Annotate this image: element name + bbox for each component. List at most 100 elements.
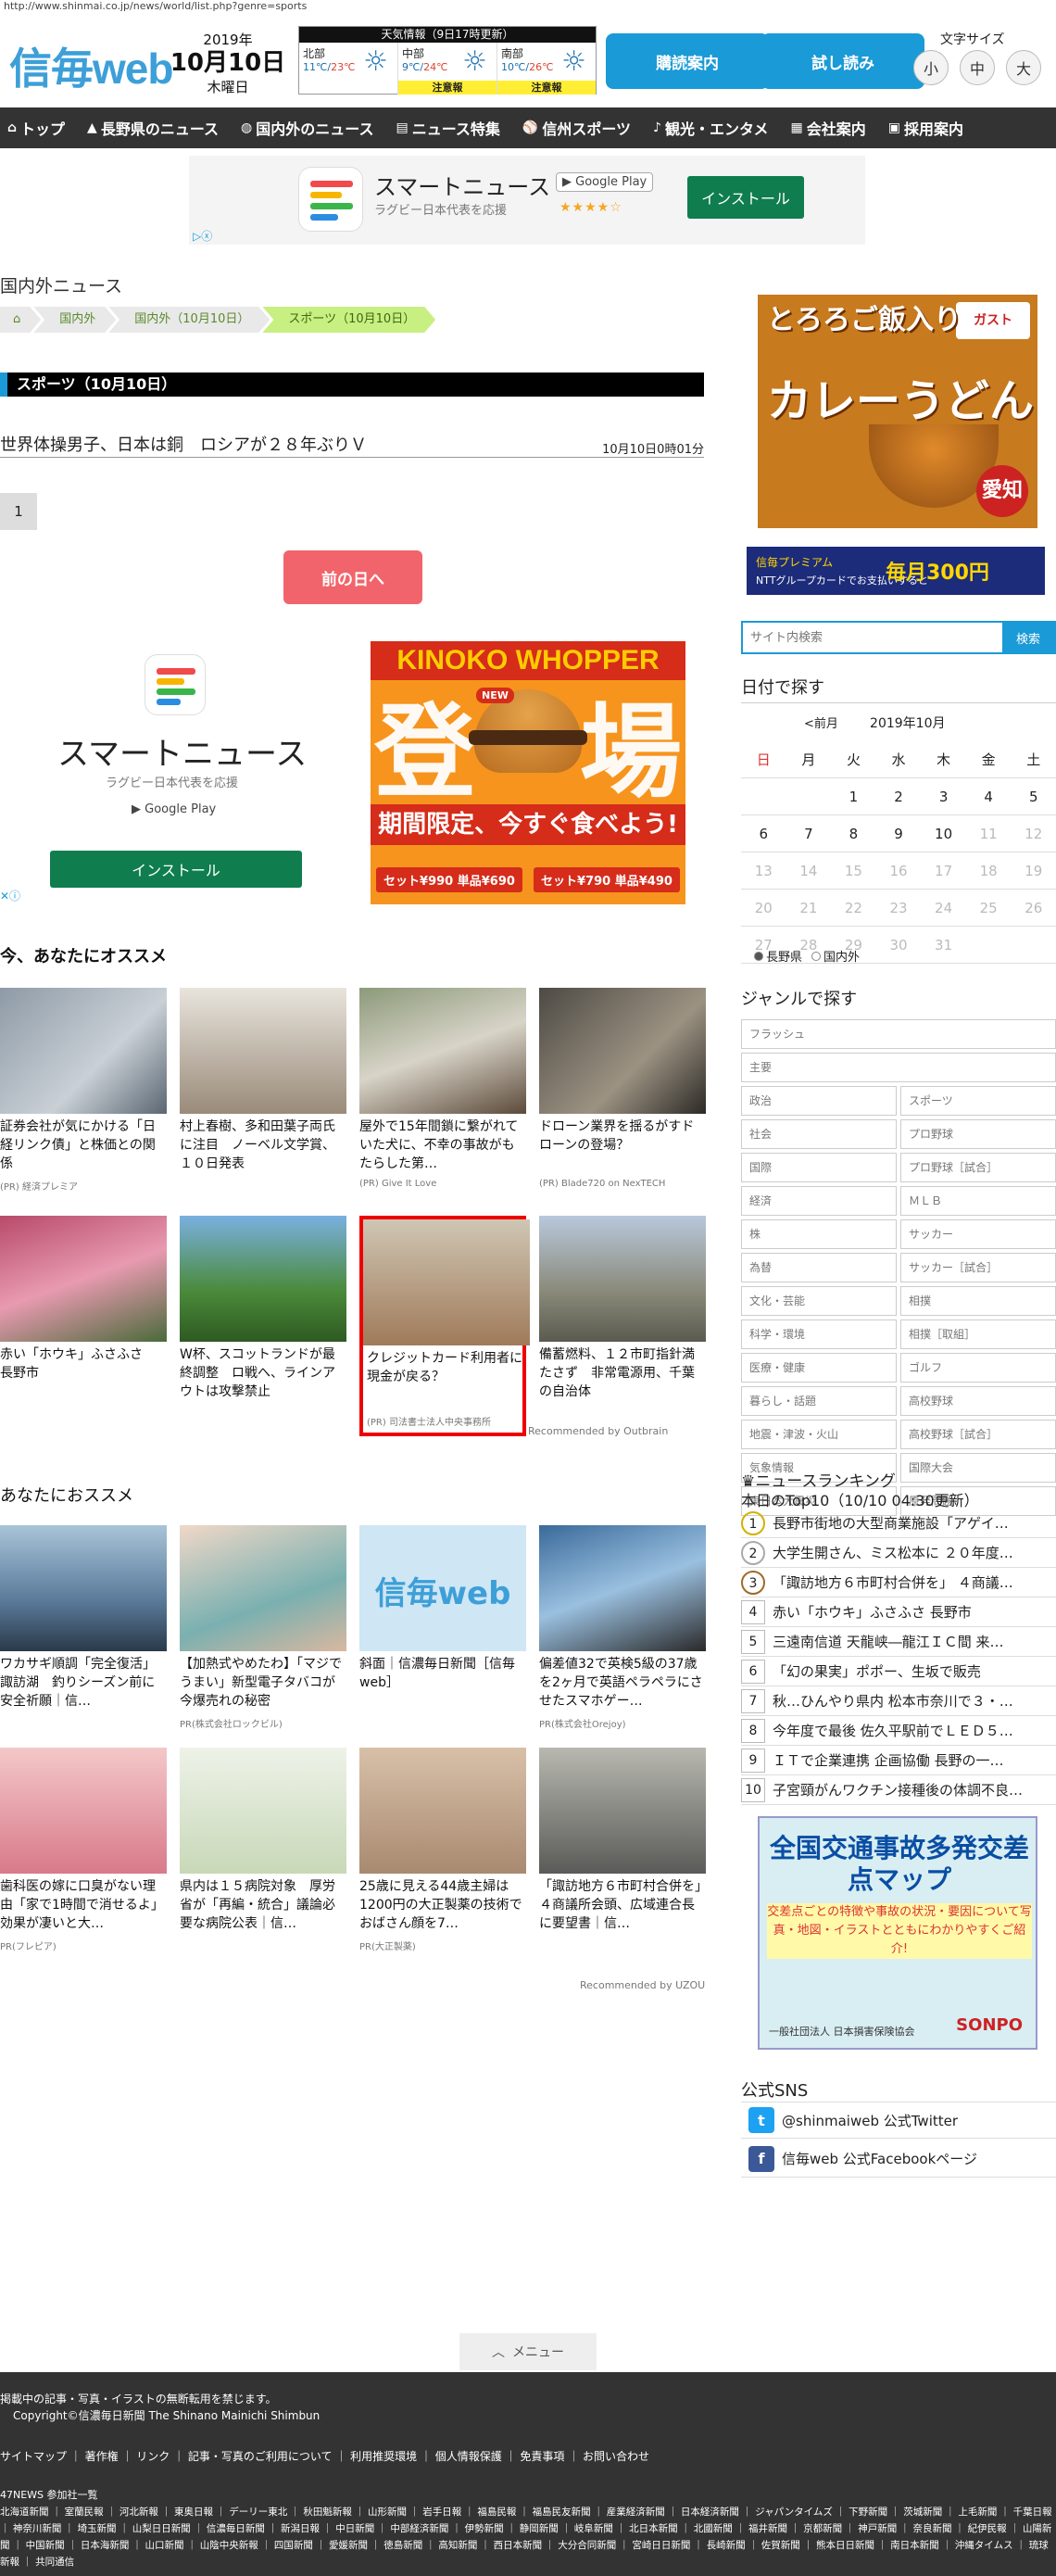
recommend-card[interactable]: 証券会社が気にかける「日経リンク債」と株価との関係 (PR) 経済プレミア xyxy=(0,988,167,1206)
ranking-item[interactable]: 10 子宮頸がんワクチン接種後の体調不良… xyxy=(741,1775,1056,1805)
search-input[interactable] xyxy=(743,623,1002,652)
article-title[interactable]: 世界体操男子、日本は銅 ロシアが２８年ぶりＶ xyxy=(0,436,367,455)
genre-item[interactable]: 地震・津波・火山 xyxy=(741,1420,897,1449)
recommend-caption[interactable]: 赤い「ホウキ」ふさふさ 長野市 xyxy=(0,1345,167,1383)
calendar-day[interactable]: 3 xyxy=(921,778,966,814)
nav-item-top[interactable]: ⌂ トップ xyxy=(7,117,65,139)
outbrain-credit[interactable]: Recommended by Outbrain xyxy=(528,1425,668,1437)
install-button[interactable]: インストール xyxy=(50,851,302,888)
ranking-title[interactable]: 子宮頸がんワクチン接種後の体調不良… xyxy=(773,1780,1023,1799)
genre-item[interactable]: プロ野球 xyxy=(900,1119,1056,1149)
recommend-caption[interactable]: 偏差値32で英検5級の37歳を2ヶ月で英語ペラペラにさせたスマホゲー… xyxy=(539,1655,706,1711)
nav-item-entertainment[interactable]: ♪ 観光・エンタメ xyxy=(653,117,768,139)
nav-item-recruit[interactable]: ▣ 採用案内 xyxy=(888,117,963,139)
recommend-thumbnail[interactable] xyxy=(180,988,346,1114)
breadcrumb-world[interactable]: 国内外 xyxy=(33,307,116,333)
recommend-card[interactable]: 信毎web 斜面｜信濃毎日新聞［信毎web］ xyxy=(359,1525,526,1744)
recommend-caption[interactable]: クレジットカード利用者に現金が戻る？ xyxy=(367,1349,522,1386)
premium-banner[interactable]: 信毎プレミアム NTTグループカードでお支払いすると 毎月300円 xyxy=(747,547,1045,595)
recommend-thumbnail[interactable] xyxy=(359,1748,526,1874)
genre-item[interactable]: 社会 xyxy=(741,1119,897,1149)
ranking-item[interactable]: 6 「幻の果実」ポポー、生坂で販売 xyxy=(741,1657,1056,1686)
calendar-day[interactable]: 2 xyxy=(876,778,922,814)
font-size-small-button[interactable]: 小 xyxy=(913,50,949,85)
recommend-thumbnail[interactable] xyxy=(539,988,706,1114)
recommend-caption[interactable]: 歯科医の嫁に口臭がない理由「家で1時間で消せるよ」効果が凄いと大… xyxy=(0,1877,167,1933)
genre-item[interactable]: サッカー［試合］ xyxy=(900,1253,1056,1282)
recommend-card[interactable]: W杯、スコットランドが最終調整 ロ戦へ、ラインアウトは攻撃禁止 xyxy=(180,1216,346,1434)
adchoices-icon[interactable]: ▷ⓧ xyxy=(193,228,212,244)
recommend-caption[interactable]: 証券会社が気にかける「日経リンク債」と株価との関係 xyxy=(0,1118,167,1173)
genre-item[interactable]: 株 xyxy=(741,1219,897,1249)
genre-item[interactable]: 政治 xyxy=(741,1086,897,1116)
calendar-prev-month[interactable]: <前月 xyxy=(804,717,838,731)
ranking-item[interactable]: 3 「諏訪地方６市町村合併を」 ４商議… xyxy=(741,1568,1056,1597)
ranking-title[interactable]: 三遠南信道 天龍峡―龍江ＩＣ間 来… xyxy=(773,1632,1004,1651)
ranking-item[interactable]: 2 大学生開さん、ミス松本に ２０年度… xyxy=(741,1538,1056,1568)
burger-king-ad[interactable]: KINOKO WHOPPER 登 場 NEW 期間限定、今すぐ食べよう! セット… xyxy=(371,641,685,904)
ranking-item[interactable]: 5 三遠南信道 天龍峡―龍江ＩＣ間 来… xyxy=(741,1627,1056,1657)
menu-button[interactable]: ︿ メニュー xyxy=(459,2333,597,2370)
top-ad-banner[interactable]: スマートニュース ラグビー日本代表を応援 ▶ Google Play ★★★★☆… xyxy=(189,156,865,245)
genre-item[interactable]: 医療・健康 xyxy=(741,1353,897,1383)
recommend-caption[interactable]: 【加熱式やめたわ】「マジでうまい」新型電子タバコが今爆売れの秘密 xyxy=(180,1655,346,1711)
recommend-card[interactable]: 【加熱式やめたわ】「マジでうまい」新型電子タバコが今爆売れの秘密 PR(株式会社ロ… xyxy=(180,1525,346,1744)
recommend-caption[interactable]: 備蓄燃料、１２市町指針満たさず 非常電源用、千葉の自治体 xyxy=(539,1345,706,1401)
calendar-day[interactable]: 1 xyxy=(831,778,876,814)
ranking-item[interactable]: 8 今年度で最後 佐久平駅前でＬＥＤ５… xyxy=(741,1716,1056,1746)
breadcrumb-home[interactable]: ⌂ xyxy=(0,307,41,333)
genre-item[interactable]: フラッシュ xyxy=(741,1019,1056,1049)
recommend-caption[interactable]: 25歳に見える44歳主婦は1200円の大正製薬の技術でおばさん顔を7… xyxy=(359,1877,526,1933)
genre-item[interactable]: 科学・環境 xyxy=(741,1320,897,1349)
ranking-title[interactable]: 秋…ひんやり県内 松本市奈川で３・… xyxy=(773,1691,1013,1711)
recommend-card[interactable]: ワカサギ順調「完全復活」 諏訪湖 釣りシーズン前に安全祈願｜信… xyxy=(0,1525,167,1744)
recommend-thumbnail[interactable] xyxy=(363,1219,530,1345)
genre-item[interactable]: スポーツ xyxy=(900,1086,1056,1116)
genre-item[interactable]: 高校野球 xyxy=(900,1386,1056,1416)
recommend-thumbnail[interactable] xyxy=(0,988,167,1114)
recommend-thumbnail[interactable] xyxy=(0,1216,167,1342)
recommend-caption[interactable]: 「諏訪地方６市町村合併を」 ４商議所会頭、広域連合長に要望書｜信… xyxy=(539,1877,714,1933)
recommend-thumbnail[interactable] xyxy=(180,1525,346,1651)
ranking-title[interactable]: 大学生開さん、ミス松本に ２０年度… xyxy=(773,1543,1013,1562)
ranking-title[interactable]: 今年度で最後 佐久平駅前でＬＥＤ５… xyxy=(773,1721,1013,1740)
genre-item[interactable]: サッカー xyxy=(900,1219,1056,1249)
recommend-card[interactable]: 歯科医の嫁に口臭がない理由「家で1時間で消せるよ」効果が凄いと大… PR(フレピア… xyxy=(0,1748,167,1966)
genre-item[interactable]: 文化・芸能 xyxy=(741,1286,897,1316)
recommend-card[interactable]: 偏差値32で英検5級の37歳を2ヶ月で英語ペラペラにさせたスマホゲー… PR(株式… xyxy=(539,1525,706,1744)
ranking-title[interactable]: ＩＴで企業連携 企画協働 長野の一… xyxy=(773,1750,1004,1770)
recommend-caption[interactable]: W杯、スコットランドが最終調整 ロ戦へ、ラインアウトは攻撃禁止 xyxy=(180,1345,346,1401)
gusto-ad[interactable]: ガスト とろろご飯入り カレーうどん 愛知 xyxy=(758,295,1037,528)
ranking-item[interactable]: 9 ＩＴで企業連携 企画協働 長野の一… xyxy=(741,1746,1056,1775)
calendar-day[interactable]: 10 xyxy=(921,815,966,852)
genre-item[interactable]: 経済 xyxy=(741,1186,897,1216)
ranking-item[interactable]: 7 秋…ひんやり県内 松本市奈川で３・… xyxy=(741,1686,1056,1716)
recommend-thumbnail[interactable]: 信毎web xyxy=(359,1525,526,1651)
calendar-day[interactable]: 9 xyxy=(876,815,922,852)
ranking-item[interactable]: 4 赤い「ホウキ」ふさふさ 長野市 xyxy=(741,1597,1056,1627)
genre-item[interactable]: ＭＬＢ xyxy=(900,1186,1056,1216)
recommend-card[interactable]: 村上春樹、多和田葉子両氏に注目 ノーベル文学賞、１０日発表 xyxy=(180,988,346,1206)
recommend-thumbnail[interactable] xyxy=(0,1748,167,1874)
recommend-thumbnail[interactable] xyxy=(180,1216,346,1342)
traffic-map-ad[interactable]: 全国交通事故多発交差点マップ 交差点ごとの特徴や事故の状況・要因について写真・地… xyxy=(758,1816,1037,2050)
recommend-caption[interactable]: 斜面｜信濃毎日新聞［信毎web］ xyxy=(359,1655,526,1692)
recommend-caption[interactable]: 屋外で15年間鎖に繋がれていた犬に、不幸の事故がもたらした第… xyxy=(359,1118,526,1173)
genre-item[interactable]: 相撲［取組］ xyxy=(900,1320,1056,1349)
genre-item[interactable]: 暮らし・話題 xyxy=(741,1386,897,1416)
recommend-card[interactable]: 屋外で15年間鎖に繋がれていた犬に、不幸の事故がもたらした第… (PR) Give… xyxy=(359,988,526,1206)
recommend-caption[interactable]: ワカサギ順調「完全復活」 諏訪湖 釣りシーズン前に安全祈願｜信… xyxy=(0,1655,167,1711)
recommend-thumbnail[interactable] xyxy=(180,1748,346,1874)
smartnews-ad[interactable]: スマートニュース ラグビー日本代表を応援 ▶ Google Play インストー… xyxy=(0,641,350,904)
calendar-day[interactable]: 6 xyxy=(741,815,786,852)
font-size-medium-button[interactable]: 中 xyxy=(960,50,995,85)
recommend-thumbnail[interactable] xyxy=(539,1216,706,1342)
uzou-credit[interactable]: Recommended by UZOU xyxy=(580,1979,705,1991)
search-button[interactable]: 検索 xyxy=(1002,623,1054,652)
nav-item-company[interactable]: ▦ 会社案内 xyxy=(790,117,865,139)
genre-item[interactable]: 主要 xyxy=(741,1053,1056,1082)
recommend-card[interactable]: 赤い「ホウキ」ふさふさ 長野市 xyxy=(0,1216,167,1434)
weather-widget[interactable]: 天気情報（9日17時更新） 北部 11℃/23℃ ☼ 中部 9℃/24℃ ☼ 注… xyxy=(298,26,597,95)
recommend-card[interactable]: ドローン業界を揺るがすドローンの登場？ (PR) Blade720 on NexT… xyxy=(539,988,706,1206)
adchoices-icon[interactable]: ✕ⓘ xyxy=(0,888,20,903)
